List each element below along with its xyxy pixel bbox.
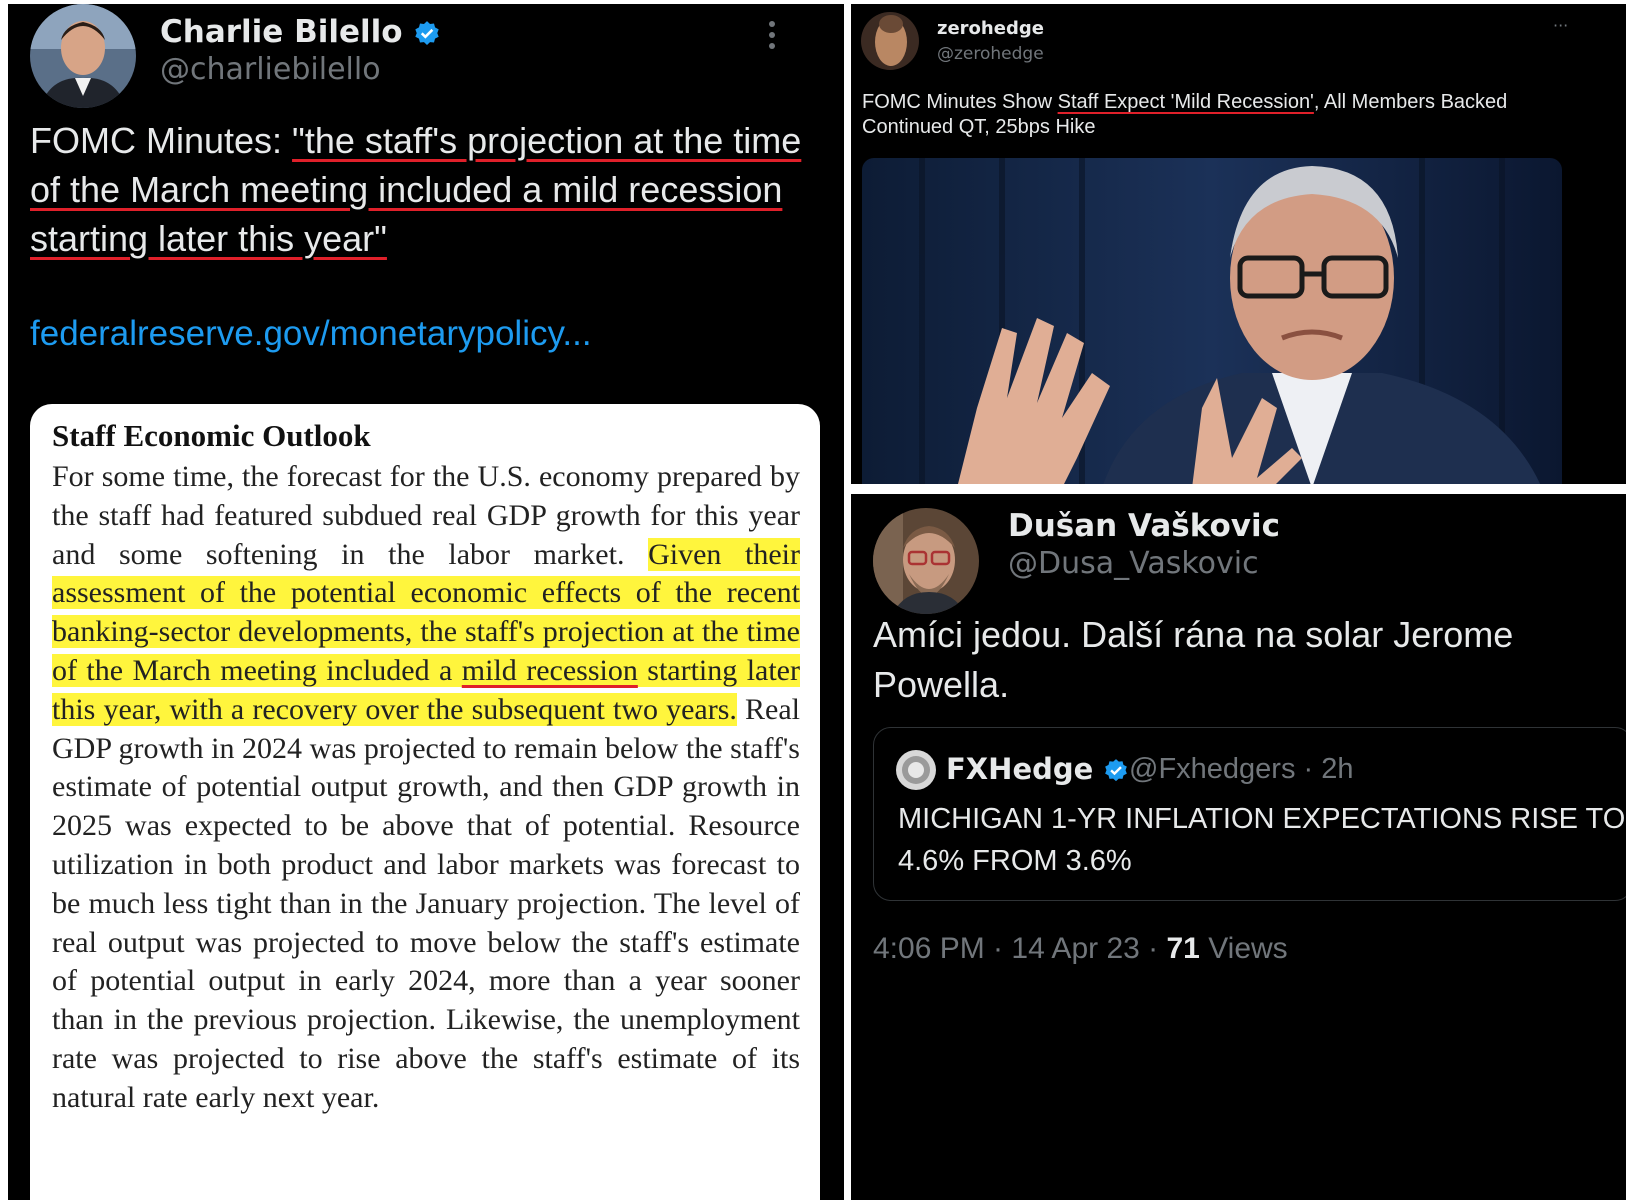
more-options-icon[interactable] bbox=[768, 20, 776, 50]
zerohedge-text-underlined: Staff Expect 'Mild Recession' bbox=[1057, 91, 1314, 113]
vaskovic-name[interactable]: Dušan Vaškovic bbox=[1008, 508, 1280, 544]
zerohedge-tweet-text: FOMC Minutes Show Staff Expect 'Mild Rec… bbox=[862, 90, 1582, 140]
verified-badge-icon bbox=[1105, 759, 1128, 782]
fxhedge-age: · 2h bbox=[1303, 753, 1354, 785]
vaskovic-tweet-text: Amíci jedou. Další rána na solar Jerome … bbox=[873, 614, 1514, 705]
vaskovic-handle[interactable]: @Dusa_Vaskovic bbox=[1008, 546, 1259, 581]
tweet-link[interactable]: federalreserve.gov/monetarypolicy... bbox=[30, 314, 592, 354]
verified-badge-icon bbox=[415, 20, 440, 45]
document-body: For some time, the forecast for the U.S.… bbox=[52, 458, 800, 1118]
zerohedge-avatar[interactable] bbox=[861, 12, 919, 70]
views-count: 71 bbox=[1166, 932, 1200, 965]
document-paragraph-2: Real GDP growth in 2024 was projected to… bbox=[52, 692, 800, 1114]
zerohedge-name[interactable]: zerohedge bbox=[937, 18, 1044, 39]
fxhedge-avatar[interactable] bbox=[896, 750, 936, 790]
powell-photo[interactable] bbox=[862, 158, 1562, 484]
fxhedge-handle-and-age[interactable]: @Fxhedgers · 2h bbox=[1129, 753, 1354, 786]
fxhedge-name[interactable]: FXHedge bbox=[946, 752, 1129, 786]
tweet-metadata: 4:06 PM · 14 Apr 23 · 71 Views bbox=[873, 932, 1288, 966]
author-handle[interactable]: @charliebilello bbox=[160, 52, 381, 87]
tweet-time[interactable]: 4:06 PM · 14 Apr 23 · bbox=[873, 932, 1166, 965]
more-options-icon[interactable]: ··· bbox=[1553, 16, 1568, 35]
zerohedge-text-before: FOMC Minutes Show bbox=[862, 91, 1058, 113]
fxhedge-name-text: FXHedge bbox=[946, 752, 1094, 786]
underlined-mild-recession: mild recession bbox=[461, 653, 638, 687]
vaskovic-avatar[interactable] bbox=[873, 508, 979, 614]
views-label: Views bbox=[1199, 932, 1288, 965]
quoted-tweet[interactable]: FXHedge @Fxhedgers · 2h MICHIGAN 1-YR IN… bbox=[873, 727, 1626, 901]
left-tweet-panel: Charlie Bilello @charliebilello FOMC Min… bbox=[8, 4, 844, 1200]
tweet-text: FOMC Minutes: "the staff's projection at… bbox=[30, 116, 820, 263]
zerohedge-tweet-panel: zerohedge @zerohedge ··· FOMC Minutes Sh… bbox=[851, 4, 1626, 484]
vaskovic-tweet-panel: Dušan Vaškovic @Dusa_Vaskovic Amíci jedo… bbox=[851, 494, 1626, 1200]
document-image[interactable]: Staff Economic Outlook For some time, th… bbox=[30, 404, 820, 1200]
tweet-text-prefix: FOMC Minutes: bbox=[30, 120, 293, 161]
zerohedge-handle[interactable]: @zerohedge bbox=[937, 44, 1044, 64]
author-name-text: Charlie Bilello bbox=[160, 14, 403, 50]
fxhedge-handle: @Fxhedgers bbox=[1129, 753, 1296, 785]
author-name[interactable]: Charlie Bilello bbox=[160, 14, 441, 50]
document-title: Staff Economic Outlook bbox=[52, 418, 371, 453]
avatar[interactable] bbox=[30, 4, 136, 108]
quoted-tweet-text: MICHIGAN 1-YR INFLATION EXPECTATIONS RIS… bbox=[898, 803, 1626, 877]
